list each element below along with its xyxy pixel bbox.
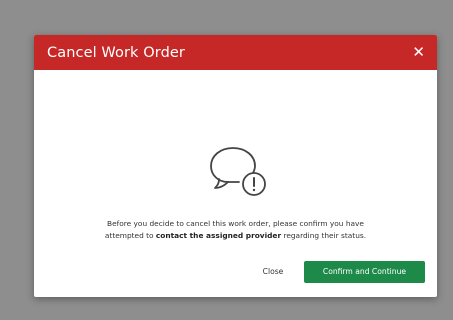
close-icon[interactable]: ✕	[412, 45, 425, 60]
dialog-title: Cancel Work Order	[47, 44, 185, 61]
close-button[interactable]: Close	[253, 261, 293, 283]
message-text: attempted to	[104, 231, 156, 240]
message-line-1: Before you decide to cancel this work or…	[107, 219, 364, 228]
dialog-header: Cancel Work Order ✕	[34, 35, 437, 70]
cancel-work-order-dialog: Cancel Work Order ✕ Before you decide to…	[34, 35, 437, 297]
confirm-and-continue-button[interactable]: Confirm and Continue	[304, 261, 425, 283]
message-line-2: attempted to contact the assigned provid…	[34, 230, 437, 242]
confirmation-message: Before you decide to cancel this work or…	[34, 218, 437, 242]
message-text-end: regarding their status.	[281, 231, 367, 240]
speech-bubble-exclamation-icon	[206, 138, 270, 202]
message-bold-text: contact the assigned provider	[155, 231, 282, 240]
